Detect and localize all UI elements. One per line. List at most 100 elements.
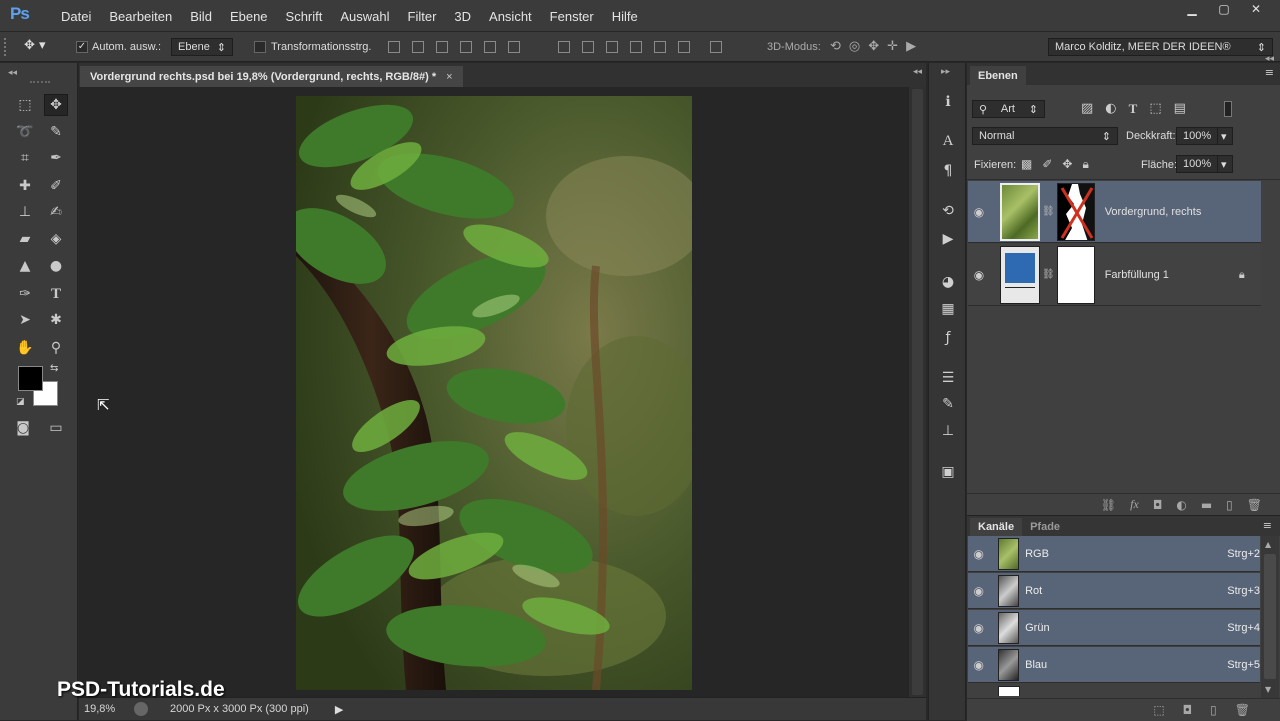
eraser-icon[interactable]: ▰ (13, 228, 37, 250)
panel-menu-icon[interactable]: ≡ (1263, 519, 1272, 532)
default-colors-icon[interactable]: ◪ (16, 397, 25, 407)
3d-icon[interactable]: ▣ (935, 462, 961, 482)
filter-toggle[interactable] (1224, 101, 1232, 117)
status-menu-arrow-icon[interactable]: ▶ (335, 703, 343, 716)
link-icon[interactable]: ⛓ (1042, 206, 1055, 217)
distribute-vcenter-icon[interactable] (582, 41, 594, 53)
custom-shape-icon[interactable]: ✱ (44, 309, 68, 331)
new-layer-icon[interactable]: ▯ (1226, 498, 1233, 512)
grip-handle[interactable] (30, 81, 50, 83)
scrollbar-thumb[interactable] (912, 89, 923, 695)
brush-icon[interactable]: ✐ (44, 175, 68, 197)
align-right-icon[interactable] (508, 41, 520, 53)
lock-transparency-icon[interactable]: ▩ (1021, 157, 1032, 172)
healing-brush-icon[interactable]: ✚ (13, 175, 37, 197)
collapse-icon[interactable]: ◂◂ (913, 67, 922, 77)
pixel-filter-icon[interactable]: ▨ (1081, 101, 1093, 117)
adjustments-icon[interactable]: ☰ (935, 368, 961, 388)
menu-ebene[interactable]: Ebene (221, 9, 277, 24)
move-tool-icon[interactable]: ✥ (44, 94, 68, 116)
info-icon[interactable]: ℹ (935, 92, 961, 112)
smart-object-filter-icon[interactable]: ▤ (1174, 101, 1186, 117)
eye-icon[interactable]: ◉ (968, 547, 990, 561)
menu-filter[interactable]: Filter (399, 9, 446, 24)
auto-select-target-dropdown[interactable]: Ebene ⇕ (171, 38, 233, 56)
dodge-icon[interactable]: ● (44, 255, 68, 277)
history-brush-icon[interactable]: ✍ (44, 201, 68, 223)
tab-ebenen[interactable]: Ebenen (970, 66, 1026, 85)
load-selection-icon[interactable]: ⬚ (1153, 703, 1164, 717)
align-top-icon[interactable] (388, 41, 400, 53)
distribute-right-icon[interactable] (678, 41, 690, 53)
document-tab[interactable]: Vordergrund rechts.psd bei 19,8% (Vorder… (80, 66, 463, 87)
vertical-scrollbar[interactable] (909, 87, 926, 697)
lock-pixels-icon[interactable]: ✐ (1042, 157, 1052, 172)
fill-layer-thumbnail[interactable] (1000, 245, 1040, 304)
channels-scrollbar[interactable]: ▲ ▼ (1261, 536, 1279, 698)
3d-roll-icon[interactable]: ◎ (849, 39, 860, 54)
layer-thumbnail[interactable] (1000, 182, 1040, 241)
zoom-icon[interactable]: ⚲ (44, 337, 68, 359)
type-filter-icon[interactable]: T (1129, 101, 1138, 117)
3d-scale-icon[interactable]: ▶ (906, 39, 916, 54)
grip-handle[interactable] (4, 38, 8, 56)
quick-selection-icon[interactable]: ✎ (44, 121, 68, 143)
share-icon[interactable] (134, 702, 148, 716)
3d-rotate-icon[interactable]: ⟲ (830, 39, 841, 54)
distribute-top-icon[interactable] (558, 41, 570, 53)
collapse-icon[interactable]: ◂◂ (1265, 54, 1274, 64)
menu-3d[interactable]: 3D (445, 9, 480, 24)
align-vcenter-icon[interactable] (412, 41, 424, 53)
adjustment-layer-icon[interactable]: ◐ (1176, 498, 1186, 512)
link-layers-icon[interactable]: ⛓ (1101, 498, 1116, 512)
eye-icon[interactable]: ◉ (968, 205, 990, 219)
path-selection-icon[interactable]: ➤ (13, 309, 37, 331)
lock-position-icon[interactable]: ✥ (1062, 157, 1072, 172)
distribute-left-icon[interactable] (630, 41, 642, 53)
blend-mode-dropdown[interactable]: Normal ⇕ (972, 127, 1118, 145)
screen-mode-icon[interactable]: ▭ (44, 417, 68, 439)
menu-ansicht[interactable]: Ansicht (480, 9, 541, 24)
channel-row-gruen[interactable]: ◉ Grün Strg+4 (968, 610, 1260, 646)
channel-row-rgb[interactable]: ◉ RGB Strg+2 (968, 536, 1260, 572)
auto-align-icon[interactable] (710, 41, 722, 53)
menu-schrift[interactable]: Schrift (277, 9, 332, 24)
zoom-level[interactable]: 19,8% (84, 703, 134, 715)
clone-source-icon[interactable]: ⊥ (935, 421, 961, 441)
adjustment-filter-icon[interactable]: ◐ (1105, 101, 1116, 117)
quick-mask-icon[interactable]: ◙ (11, 417, 35, 439)
shape-filter-icon[interactable]: ⬚ (1149, 101, 1161, 117)
menu-hilfe[interactable]: Hilfe (603, 9, 647, 24)
distribute-hcenter-icon[interactable] (654, 41, 666, 53)
character-icon[interactable]: A (935, 131, 961, 151)
opacity-dropdown-button[interactable]: ▾ (1217, 127, 1233, 145)
swatches-icon[interactable]: ▦ (935, 299, 961, 319)
scroll-down-icon[interactable]: ▼ (1265, 685, 1271, 694)
close-tab-icon[interactable]: × (446, 71, 452, 83)
styles-icon[interactable]: ƒ (935, 328, 961, 348)
align-left-icon[interactable] (460, 41, 472, 53)
paragraph-icon[interactable]: ¶ (935, 161, 961, 181)
swap-colors-icon[interactable]: ⇆ (50, 363, 58, 374)
hand-icon[interactable]: ✋ (13, 337, 37, 359)
tab-pfade[interactable]: Pfade (1022, 518, 1068, 536)
new-channel-icon[interactable]: ▯ (1210, 703, 1217, 717)
layer-row-farbfuellung[interactable]: ◉ ⛓ Farbfüllung 1 🔒︎ (968, 244, 1261, 306)
close-button[interactable]: ✕ (1242, 0, 1270, 18)
3d-slide-icon[interactable]: ✛ (887, 39, 898, 54)
menu-datei[interactable]: Datei (52, 9, 100, 24)
channel-row-partial[interactable] (968, 684, 1260, 696)
align-hcenter-icon[interactable] (484, 41, 496, 53)
actions-icon[interactable]: ▶ (935, 229, 961, 249)
channel-row-blau[interactable]: ◉ Blau Strg+5 (968, 647, 1260, 683)
transform-controls-checkbox[interactable] (254, 40, 266, 53)
new-group-icon[interactable]: ▬ (1201, 498, 1212, 512)
color-icon[interactable]: ◕ (935, 272, 961, 292)
save-selection-icon[interactable]: ◘ (1183, 703, 1193, 717)
lock-all-icon[interactable]: 🔒︎ (1082, 157, 1088, 172)
distribute-bottom-icon[interactable] (606, 41, 618, 53)
workspace-dropdown[interactable]: Marco Kolditz, MEER DER IDEEN® ⇕ (1048, 38, 1273, 56)
panel-menu-icon[interactable]: ≡ (1265, 66, 1274, 79)
eye-icon[interactable]: ◉ (968, 268, 990, 282)
type-tool-icon[interactable]: T (44, 283, 68, 305)
